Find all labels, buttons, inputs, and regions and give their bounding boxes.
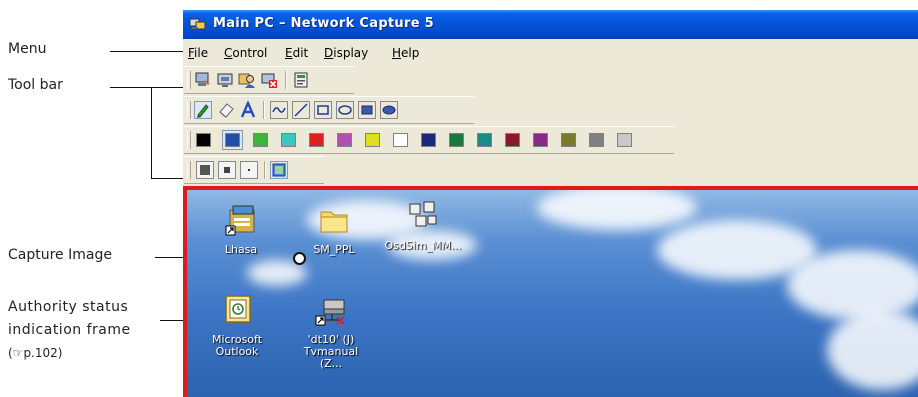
connect-icon[interactable] — [194, 71, 212, 89]
authority-frame-callout: Authority status indication frame (☞p.10… — [8, 296, 131, 365]
color-swatch-dark-green[interactable] — [449, 133, 464, 147]
capture-image-pointer-dot — [293, 252, 306, 265]
color-swatch-blue[interactable] — [225, 133, 240, 147]
title-bar[interactable]: Main PC – Network Capture 5 — [183, 10, 918, 39]
menu-callout-label: Menu — [8, 41, 47, 57]
network-drive-icon — [315, 299, 345, 326]
text-icon[interactable] — [239, 99, 257, 119]
network-capture-window: Main PC – Network Capture 5 File Control… — [183, 10, 918, 397]
desktop-icon-label: SM_PPL — [313, 243, 355, 256]
toolbar-callout-label: Tool bar — [8, 77, 63, 93]
frame-icon[interactable] — [270, 161, 288, 179]
desktop-icon-label: Lhasa — [224, 243, 258, 256]
color-swatch-gray[interactable] — [589, 133, 604, 147]
color-swatch-olive[interactable] — [561, 133, 576, 147]
toolbar-bracket-vertical — [151, 87, 152, 179]
toolbar-separator — [285, 71, 287, 89]
color-swatch-yellow[interactable] — [365, 133, 380, 147]
eraser-icon[interactable] — [217, 101, 235, 119]
thick-line-icon[interactable] — [196, 161, 214, 179]
capture-image[interactable]: Lhasa SM_PPL OsdSim_MM... Microsoft Outl… — [183, 186, 918, 397]
monitor-icon[interactable] — [216, 71, 234, 89]
app-icon — [189, 18, 206, 30]
desktop-icon-label-line2: Tvmanual (Z... — [303, 345, 359, 370]
color-swatch-black[interactable] — [196, 133, 211, 147]
freehand-icon[interactable] — [270, 101, 288, 119]
user-icon[interactable] — [238, 71, 256, 89]
toolbar-row-connection — [184, 66, 354, 94]
archive-icon — [225, 205, 255, 236]
toolbar-row-colors — [184, 126, 674, 154]
pen-icon[interactable] — [194, 101, 212, 119]
color-swatch-red[interactable] — [309, 133, 324, 147]
toolbar-row-drawing — [184, 96, 474, 124]
authority-callout-reference: (☞p.102) — [8, 346, 63, 360]
desktop-icon-dt10-drive[interactable]: 'dt10' (J) Tvmanual (Z... — [291, 294, 371, 370]
toolbar-grip[interactable] — [187, 101, 191, 119]
disconnect-icon[interactable] — [260, 71, 278, 89]
color-swatch-magenta[interactable] — [337, 133, 352, 147]
toolbar-separator — [264, 161, 266, 179]
authority-callout-line1: Authority status — [8, 299, 129, 315]
menu-display[interactable]: Display — [324, 46, 368, 60]
color-swatch-green[interactable] — [253, 133, 268, 147]
menu-control[interactable]: Control — [224, 46, 267, 60]
menu-help[interactable]: Help — [392, 46, 419, 60]
folder-icon — [320, 211, 348, 233]
rectangle-icon[interactable] — [314, 101, 332, 119]
desktop-icon-sm-ppl[interactable]: SM_PPL — [294, 204, 374, 256]
filled-ellipse-icon[interactable] — [380, 101, 398, 119]
authority-callout-line2: indication frame — [8, 322, 131, 338]
medium-line-icon[interactable] — [218, 161, 236, 179]
application-icon — [409, 201, 437, 227]
color-swatch-teal[interactable] — [477, 133, 492, 147]
color-swatch-silver[interactable] — [617, 133, 632, 147]
desktop-icon-lhasa[interactable]: Lhasa — [201, 204, 281, 256]
desktop-icon-microsoft-outlook[interactable]: Microsoft Outlook — [197, 294, 277, 358]
menu-leader-line — [110, 51, 190, 52]
outlook-icon — [225, 295, 251, 323]
toolbar-row-line-width — [184, 156, 324, 184]
color-swatch-navy[interactable] — [421, 133, 436, 147]
color-swatch-maroon[interactable] — [505, 133, 520, 147]
desktop-icon-label-line2: Outlook — [215, 345, 259, 358]
filled-rectangle-icon[interactable] — [358, 101, 376, 119]
color-swatch-purple[interactable] — [533, 133, 548, 147]
toolbar-grip[interactable] — [187, 161, 191, 179]
ellipse-icon[interactable] — [336, 101, 354, 119]
toolbar-grip[interactable] — [187, 71, 191, 89]
toolbar-separator — [263, 101, 265, 119]
thin-line-icon[interactable] — [240, 161, 258, 179]
capture-image-callout-label: Capture Image — [8, 247, 112, 263]
menu-bar: File Control Edit Display Help — [183, 41, 918, 63]
toolbar-grip[interactable] — [187, 131, 191, 149]
desktop-icon-label: OsdSim_MM... — [384, 239, 462, 252]
properties-icon[interactable] — [292, 71, 310, 89]
color-swatch-cyan[interactable] — [281, 133, 296, 147]
line-icon[interactable] — [292, 101, 310, 119]
desktop-icon-osdsim[interactable]: OsdSim_MM... — [383, 200, 463, 252]
window-title: Main PC – Network Capture 5 — [213, 16, 434, 31]
menu-file[interactable]: File — [188, 46, 208, 60]
menu-edit[interactable]: Edit — [285, 46, 308, 60]
color-swatch-white[interactable] — [393, 133, 408, 147]
toolbar-leader-line — [110, 87, 152, 88]
